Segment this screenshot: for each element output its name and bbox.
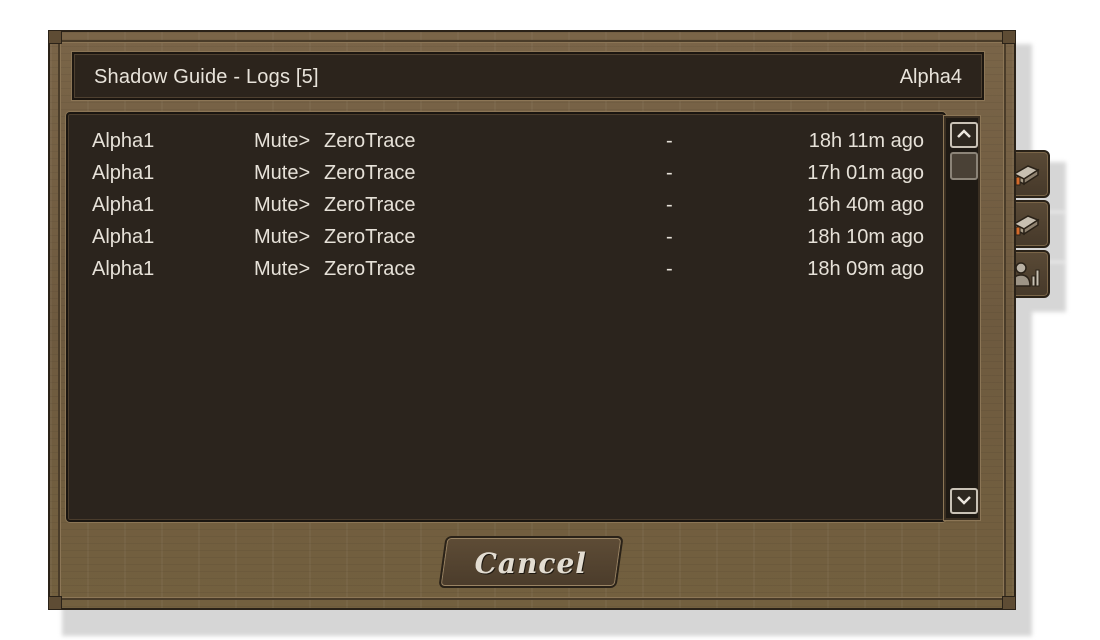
- log-target: ZeroTrace: [324, 194, 416, 216]
- window-title: Shadow Guide - Logs [5]: [94, 66, 319, 88]
- frame-corner: [1002, 30, 1016, 44]
- log-separator: -: [666, 130, 673, 152]
- log-author: Alpha1: [92, 258, 155, 280]
- frame-corner: [48, 596, 62, 610]
- frame-corner: [48, 30, 62, 44]
- current-user: Alpha4: [899, 66, 962, 88]
- log-target: ZeroTrace: [324, 130, 416, 152]
- log-time: 18h 11m ago: [808, 130, 924, 152]
- log-time: 18h 09m ago: [807, 258, 924, 280]
- log-row[interactable]: Alpha1 Mute> ZeroTrace - 16h 40m ago: [68, 190, 928, 222]
- log-action: Mute>: [254, 162, 311, 184]
- log-row[interactable]: Alpha1 Mute> ZeroTrace - 17h 01m ago: [68, 158, 928, 190]
- log-author: Alpha1: [92, 162, 155, 184]
- chevron-up-icon: [957, 129, 971, 138]
- log-action: Mute>: [254, 226, 311, 248]
- cancel-button[interactable]: Cancel: [438, 536, 624, 588]
- cancel-button-label: Cancel: [474, 547, 587, 580]
- log-row[interactable]: Alpha1 Mute> ZeroTrace - 18h 10m ago: [68, 222, 928, 254]
- title-bar: Shadow Guide - Logs [5] Alpha4: [72, 52, 984, 100]
- scroll-up-button[interactable]: [950, 122, 978, 148]
- log-action: Mute>: [254, 258, 311, 280]
- log-action: Mute>: [254, 130, 311, 152]
- scroll-thumb[interactable]: [950, 152, 978, 180]
- log-time: 18h 10m ago: [807, 226, 924, 248]
- log-target: ZeroTrace: [324, 226, 416, 248]
- log-author: Alpha1: [92, 226, 155, 248]
- scroll-down-button[interactable]: [950, 488, 978, 514]
- log-author: Alpha1: [92, 130, 155, 152]
- log-row[interactable]: Alpha1 Mute> ZeroTrace - 18h 11m ago: [68, 126, 928, 158]
- stage: Shadow Guide - Logs [5] Alpha4 Alpha1 Mu…: [0, 0, 1100, 640]
- log-target: ZeroTrace: [324, 258, 416, 280]
- log-action: Mute>: [254, 194, 311, 216]
- log-author: Alpha1: [92, 194, 155, 216]
- log-separator: -: [666, 194, 673, 216]
- log-time: 17h 01m ago: [807, 162, 924, 184]
- log-row[interactable]: Alpha1 Mute> ZeroTrace - 18h 09m ago: [68, 254, 928, 286]
- log-separator: -: [666, 226, 673, 248]
- log-list: Alpha1 Mute> ZeroTrace - 18h 11m ago Alp…: [66, 112, 946, 522]
- frame-corner: [1002, 596, 1016, 610]
- log-separator: -: [666, 258, 673, 280]
- chevron-down-icon: [957, 496, 971, 505]
- log-target: ZeroTrace: [324, 162, 416, 184]
- log-separator: -: [666, 162, 673, 184]
- log-scrollbar[interactable]: [944, 116, 980, 520]
- log-time: 16h 40m ago: [807, 194, 924, 216]
